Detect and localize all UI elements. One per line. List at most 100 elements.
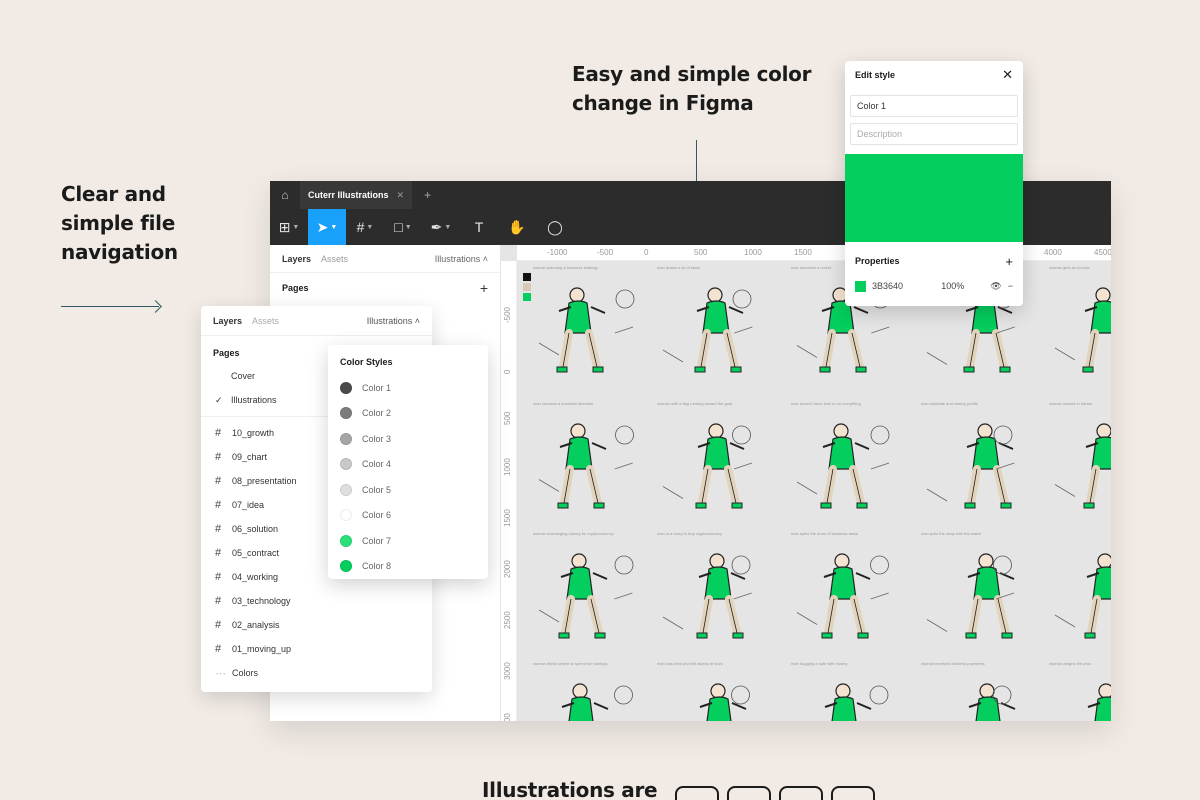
illustration-caption: man pulls the strap with the watch [921,531,982,536]
eye-icon[interactable]: 👁 [990,281,1001,292]
illustration-figure [561,683,633,721]
ruler-tick-label: 1500 [794,248,812,257]
check-icon: ✓ [215,394,223,405]
color-style-label: Color 7 [362,535,392,546]
illustration-frame[interactable]: woman thinks where to spend her savings [529,661,659,721]
color-style-item[interactable]: Color 2 [328,401,488,427]
close-tab-icon[interactable]: ✕ [397,190,405,201]
illustration-frame[interactable]: woman with a flag running toward the goa… [653,401,783,531]
remove-icon[interactable]: − [1008,281,1013,291]
illustration-caption: man launches a rocket [791,265,832,270]
color-style-label: Color 2 [362,408,392,419]
illustration-figure [926,423,1015,509]
frame-icon: # [215,619,222,631]
color-style-item[interactable]: Color 4 [328,452,488,478]
layer-item[interactable]: #01_moving_up [201,637,432,661]
illustration-caption: man doesn't have time to do everything [791,401,861,406]
description-input[interactable] [850,123,1018,145]
illustration-frame[interactable]: woman gets an invoice [1045,265,1111,395]
home-icon[interactable]: ⌂ [270,181,300,209]
page-selector[interactable]: Illustrations ˄ [435,254,488,264]
illustration-frame[interactable]: man in a hurry to buy cryptocurrency [653,531,783,661]
hand-tool-icon[interactable]: ✋ [498,209,536,245]
color-style-label: Color 5 [362,484,392,495]
close-icon[interactable]: ✕ [1002,67,1013,83]
illustration-figure [538,423,634,509]
color-style-label: Color 8 [362,561,392,572]
style-name-input[interactable] [850,95,1018,117]
color-style-label: Color 6 [362,510,392,521]
color-style-item[interactable]: Color 8 [328,554,488,580]
frame-icon: # [215,451,222,463]
illustration-frame[interactable]: woman weighs the pros [1045,661,1111,721]
headline-color-change: Easy and simple color change in Figma [572,62,812,115]
color-style-label: Color 1 [362,382,392,393]
fill-hex[interactable]: 3B3640 [872,281,903,291]
illustration-frame[interactable]: man doesn't have time to do everything [787,401,917,531]
add-property-icon[interactable]: + [1005,254,1013,269]
layer-label: 06_solution [232,524,279,534]
file-format-icons [675,786,875,800]
ruler-tick-label: -1000 [547,248,568,257]
illustration-frame[interactable]: man spins the drum of business tasks [787,531,917,661]
new-tab-icon[interactable]: + [412,188,443,202]
layer-label: 04_working [232,572,279,582]
illustration-caption: man was tired and fell asleep at work [657,661,723,666]
fill-opacity[interactable]: 100% [941,281,964,291]
text-tool-icon[interactable]: T [460,209,498,245]
illustration-caption: woman invests in bitcoin [1049,401,1093,406]
frame-icon: # [215,427,222,439]
color-style-item[interactable]: Color 1 [328,375,488,401]
main-menu-icon[interactable]: ⊞ ▼ [270,209,308,245]
illustration-figure [1054,423,1111,509]
illustration-frame[interactable]: woman exchanging money for cryptocurrenc… [529,531,659,661]
ruler-vertical: -500 0 500 1000 1500 2000 2500 3000 3500 [501,261,517,721]
format-icon [727,786,771,800]
color-style-item[interactable]: Color 5 [328,477,488,503]
move-tool-icon[interactable]: ➤ ▼ [308,209,346,245]
layer-label: 05_contract [232,548,280,558]
illustration-figure [662,553,752,639]
tab-assets[interactable]: Assets [252,316,279,326]
illustration-caption: woman with a flag running toward the goa… [657,401,732,406]
illustration-figure [538,287,635,373]
layer-item[interactable]: #03_technology [201,589,432,613]
illustration-frame[interactable]: woman planning a business strategy [529,265,659,395]
pen-tool-icon[interactable]: ✒ ▼ [422,209,460,245]
add-page-icon[interactable]: + [480,280,488,296]
color-style-label: Color 3 [362,433,392,444]
illustration-caption: man replicate and raising profits [921,401,978,406]
color-style-item[interactable]: Color 6 [328,503,488,529]
canvas[interactable]: -1000 -500 0 500 1000 1500 4000 4500 -500 0 500 10… [501,245,1111,721]
illustration-frame[interactable]: man draws a lot of tasks [653,265,783,395]
illustration-frame[interactable]: man pulls the strap with the watch [917,531,1047,661]
dashed-frame-icon: ⋯ [215,667,226,680]
ruler-tick-label: -500 [597,248,614,257]
layer-label: 03_technology [232,596,291,606]
illustration-frame[interactable]: woman invests in bitcoin [1045,401,1111,531]
color-dot [340,560,352,573]
file-tab[interactable]: Cuterr Illustrations ✕ [300,181,413,209]
tab-assets[interactable]: Assets [321,254,348,264]
illustration-frame[interactable] [1045,531,1111,661]
ruler-tick-label: 4000 [1044,248,1062,257]
illustration-frame[interactable]: man was tired and fell asleep at work [653,661,783,721]
fill-row[interactable]: 3B3640 100% 👁 − [845,274,1023,298]
color-style-item[interactable]: Color 3 [328,426,488,452]
page-selector[interactable]: Illustrations ˄ [367,316,420,326]
fill-swatch[interactable] [855,280,866,292]
illustration-figure [926,553,1015,639]
color-style-item[interactable]: Color 7 [328,528,488,554]
tab-layers[interactable]: Layers [282,254,311,264]
layer-item[interactable]: #02_analysis [201,613,432,637]
comment-tool-icon[interactable]: ◯ [536,209,574,245]
illustration-frame[interactable]: man chooses a business direction [529,401,659,531]
illustration-frame[interactable]: woman received dividend payments [917,661,1047,721]
illustration-frame[interactable]: man replicate and raising profits [917,401,1047,531]
frame-icon: # [215,475,222,487]
shape-tool-icon[interactable]: □ ▼ [384,209,422,245]
layer-colors[interactable]: ⋯ Colors [201,661,432,685]
illustration-frame[interactable]: man hugging a safe with money [787,661,917,721]
frame-tool-icon[interactable]: # ▼ [346,209,384,245]
tab-layers[interactable]: Layers [213,316,242,326]
